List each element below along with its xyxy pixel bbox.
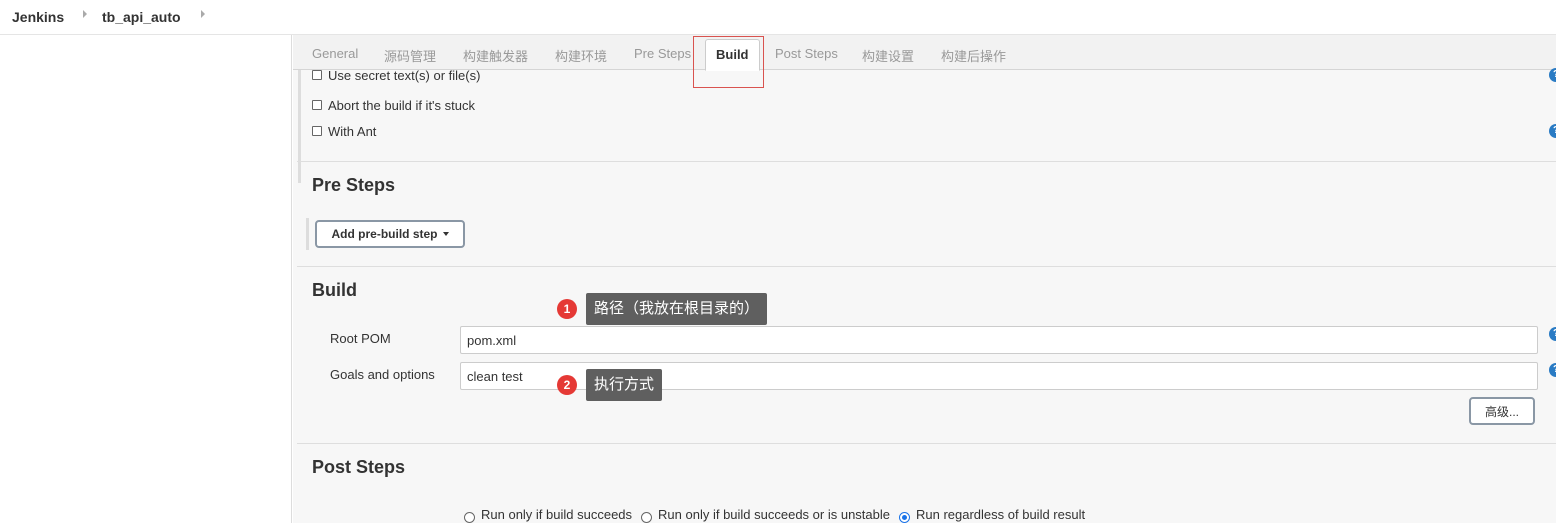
radio-label: Run only if build succeeds [481, 507, 633, 522]
radio-run-if-succeeds[interactable] [464, 512, 475, 523]
annotation-badge: 2 [557, 375, 577, 395]
checkbox[interactable] [312, 70, 322, 80]
option-with-ant[interactable]: With Ant [312, 122, 376, 140]
breadcrumb-job[interactable]: tb_api_auto [102, 9, 181, 25]
help-icon[interactable]: ? [1549, 363, 1556, 377]
option-label: Use secret text(s) or file(s) [328, 67, 481, 83]
radio-label: Run regardless of build result [916, 507, 1086, 522]
option-abort-stuck[interactable]: Abort the build if it's stuck [312, 96, 475, 114]
help-icon[interactable]: ? [1549, 327, 1556, 341]
add-pre-build-step-button[interactable]: Add pre-build step [315, 220, 465, 248]
radio-run-if-succeeds-or-unstable[interactable] [641, 512, 653, 523]
tab-post-steps[interactable]: Post Steps [775, 46, 838, 61]
breadcrumb-bar: Jenkins tb_api_auto [0, 0, 1556, 35]
chevron-right-icon [83, 10, 87, 18]
chevron-right-icon[interactable] [201, 10, 205, 18]
tab-build-triggers[interactable]: 构建触发器 [463, 46, 528, 65]
section-divider [297, 266, 1556, 267]
annotation-badge: 1 [557, 299, 577, 319]
option-label: With Ant [328, 123, 377, 139]
annotation-callout: 路径（我放在根目录的） [586, 293, 768, 325]
breadcrumb-jenkins[interactable]: Jenkins [12, 9, 64, 25]
side-panel [0, 35, 292, 523]
option-label: Abort the build if it's stuck [328, 97, 475, 113]
checkbox[interactable] [312, 126, 322, 136]
checkbox[interactable] [312, 100, 322, 110]
help-icon[interactable]: ? [1549, 68, 1556, 82]
post-steps-condition-group: Run only if build succeeds Run only if b… [464, 507, 1094, 523]
goals-label: Goals and options [330, 367, 435, 382]
option-secret-text[interactable]: Use secret text(s) or file(s) [312, 66, 480, 84]
tab-post-build-actions[interactable]: 构建后操作 [941, 46, 1006, 65]
tab-pre-steps[interactable]: Pre Steps [634, 46, 691, 61]
tab-build-environment[interactable]: 构建环境 [555, 46, 607, 65]
advanced-button[interactable]: 高级... [1469, 397, 1535, 425]
config-main: General 源码管理 构建触发器 构建环境 Pre Steps Build … [293, 35, 1556, 523]
tab-build-settings[interactable]: 构建设置 [862, 46, 914, 65]
tab-build[interactable]: Build [705, 39, 760, 71]
radio-run-regardless[interactable] [899, 512, 910, 523]
config-tabs: General 源码管理 构建触发器 构建环境 Pre Steps Build … [293, 35, 1556, 71]
section-divider [297, 161, 1556, 162]
caret-down-icon [442, 232, 449, 236]
section-indent-bar [298, 70, 301, 183]
radio-label: Run only if build succeeds or is unstabl… [658, 507, 890, 522]
pre-steps-title: Pre Steps [312, 175, 396, 195]
build-title: Build [312, 280, 357, 300]
tab-general[interactable]: General [312, 46, 358, 61]
tab-source-control[interactable]: 源码管理 [384, 46, 436, 65]
section-divider [297, 443, 1556, 444]
post-steps-title: Post Steps [312, 457, 406, 477]
annotation-callout: 执行方式 [586, 369, 663, 401]
button-label: Add pre-build step [331, 227, 438, 241]
help-icon[interactable]: ? [1549, 124, 1556, 138]
root-pom-input[interactable] [460, 326, 1538, 354]
section-indent-bar [306, 218, 309, 250]
root-pom-label: Root POM [330, 331, 391, 346]
